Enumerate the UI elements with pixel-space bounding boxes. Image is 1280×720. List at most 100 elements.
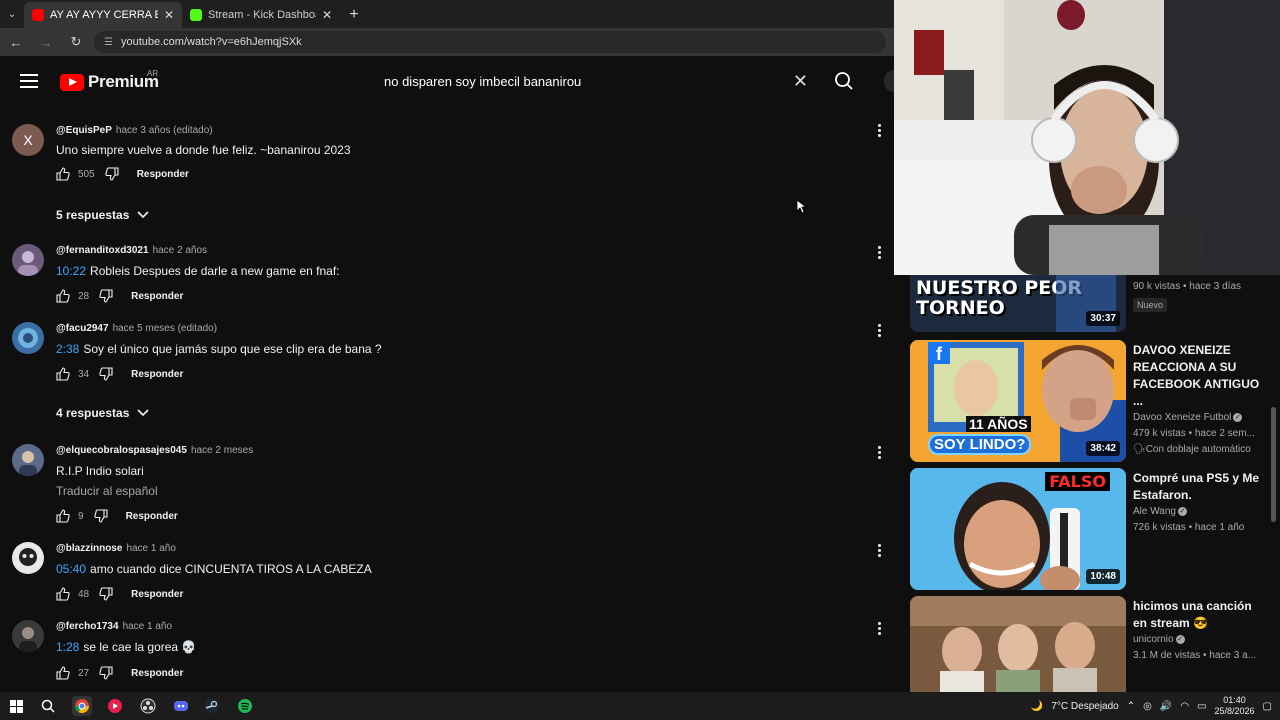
dislike-icon[interactable]	[99, 367, 113, 381]
like-icon[interactable]	[56, 289, 70, 303]
view-replies-button[interactable]: 4 respuestas	[56, 406, 149, 420]
reply-button[interactable]: Responder	[126, 511, 178, 522]
channel-name[interactable]: Davoo Xeneize Futbol	[1133, 412, 1231, 423]
video-thumbnail[interactable]	[910, 596, 1126, 692]
address-bar[interactable]: ☰ youtube.com/watch?v=e6hJemqjSXk	[94, 31, 886, 53]
verified-icon: ✓	[1233, 412, 1243, 422]
discord-icon[interactable]	[171, 696, 191, 716]
close-icon[interactable]: ✕	[322, 8, 332, 22]
video-thumbnail[interactable]: NUESTRO PEOR TORNEO 30:37	[910, 275, 1126, 332]
comment-actions: 9 Responder	[56, 509, 178, 523]
reply-button[interactable]: Responder	[131, 589, 183, 600]
avatar[interactable]	[12, 620, 44, 652]
dislike-icon[interactable]	[93, 509, 108, 523]
site-info-icon[interactable]: ☰	[104, 37, 113, 48]
chrome-icon[interactable]	[72, 696, 92, 716]
video-title[interactable]: Compré una PS5 y Me Estafaron.	[1133, 470, 1263, 504]
like-icon[interactable]	[56, 509, 70, 523]
reply-button[interactable]: Responder	[137, 169, 189, 180]
dislike-icon[interactable]	[104, 167, 119, 181]
new-tab-icon[interactable]: +	[340, 2, 368, 28]
more-options-icon[interactable]	[876, 324, 882, 337]
dislike-icon[interactable]	[99, 666, 113, 680]
channel-name[interactable]: unicornio	[1133, 634, 1174, 645]
search-input[interactable]: no disparen soy imbecil bananirou ✕	[370, 64, 824, 98]
reply-button[interactable]: Responder	[131, 291, 183, 302]
display-icon[interactable]: ▭	[1197, 701, 1206, 712]
comment-author[interactable]: @EquisPeP	[56, 125, 112, 136]
timestamp-link[interactable]: 10:22	[56, 264, 86, 278]
video-title[interactable]: DAVOO XENEIZE REACCIONA A SU FACEBOOK AN…	[1133, 342, 1263, 410]
comment-actions: 34 Responder	[56, 367, 183, 381]
chevron-down-icon	[137, 409, 149, 417]
clock-time: 01:40	[1223, 695, 1246, 705]
translate-link[interactable]: Traducir al español	[56, 484, 158, 498]
dislike-icon[interactable]	[99, 587, 113, 601]
obs-icon[interactable]	[138, 696, 158, 716]
more-options-icon[interactable]	[876, 124, 882, 137]
search-button[interactable]	[826, 64, 862, 98]
more-options-icon[interactable]	[876, 622, 882, 635]
like-icon[interactable]	[56, 587, 70, 601]
menu-icon[interactable]	[20, 74, 38, 88]
clear-search-icon[interactable]: ✕	[793, 71, 808, 92]
search-icon[interactable]	[38, 696, 58, 716]
reply-button[interactable]: Responder	[131, 369, 183, 380]
clock[interactable]: 01:40 25/8/2026	[1215, 695, 1255, 717]
forward-icon[interactable]: →	[38, 35, 54, 50]
comment-header: @facu2947 hace 5 meses (editado)	[56, 323, 217, 334]
volume-icon[interactable]: 🔊	[1160, 701, 1172, 712]
comment-author[interactable]: @elquecobralospasajes045	[56, 445, 187, 456]
comment-header: @elquecobralospasajes045 hace 2 meses	[56, 445, 253, 456]
timestamp-link[interactable]: 05:40	[56, 562, 86, 576]
comment-author[interactable]: @facu2947	[56, 323, 109, 334]
comment-author[interactable]: @blazzinnose	[56, 543, 122, 554]
video-thumbnail[interactable]: FALSO 10:48	[910, 468, 1126, 590]
steam-icon[interactable]	[202, 696, 222, 716]
tab-search-icon[interactable]: ⌄	[0, 0, 24, 28]
comment-author[interactable]: @fernanditoxd3021	[56, 245, 149, 256]
comment-body: Soy el único que jamás supo que ese clip…	[83, 342, 382, 356]
video-title[interactable]: hicimos una canción en stream 😎	[1133, 598, 1263, 632]
timestamp-link[interactable]: 2:38	[56, 342, 79, 356]
reply-button[interactable]: Responder	[131, 668, 183, 679]
spotify-icon[interactable]	[235, 696, 255, 716]
chevron-up-icon[interactable]: ⌃	[1127, 701, 1135, 712]
back-icon[interactable]: ←	[8, 35, 24, 50]
channel-name[interactable]: Ale Wang	[1133, 506, 1176, 517]
dislike-icon[interactable]	[99, 289, 113, 303]
more-options-icon[interactable]	[876, 446, 882, 459]
timestamp-link[interactable]: 1:28	[56, 640, 79, 654]
tab-kick[interactable]: Stream - Kick Dashboard ✕	[182, 2, 340, 28]
like-icon[interactable]	[56, 367, 70, 381]
close-icon[interactable]: ✕	[164, 8, 174, 22]
weather-text[interactable]: 7°C Despejado	[1051, 701, 1118, 712]
avatar[interactable]	[12, 244, 44, 276]
weather-icon[interactable]: 🌙	[1031, 701, 1043, 712]
more-options-icon[interactable]	[876, 544, 882, 557]
video-thumbnail[interactable]: f 11 AÑOS SOY LINDO? 38:42	[910, 340, 1126, 462]
like-icon[interactable]	[56, 167, 70, 181]
wifi-icon[interactable]: ◠	[1180, 701, 1189, 712]
mouse-cursor-icon	[796, 199, 806, 214]
avatar[interactable]	[12, 444, 44, 476]
sidebar-scrollbar[interactable]	[1271, 407, 1276, 522]
media-player-icon[interactable]	[105, 696, 125, 716]
webcam-overlay	[894, 0, 1280, 275]
view-replies-button[interactable]: 5 respuestas	[56, 208, 149, 222]
more-options-icon[interactable]	[876, 246, 882, 259]
notifications-icon[interactable]: ▢	[1263, 701, 1272, 712]
reload-icon[interactable]: ↻	[68, 34, 84, 50]
tab-youtube[interactable]: AY AY AYYY CERRA EL C ✕	[24, 2, 182, 28]
windows-start-icon[interactable]	[6, 696, 26, 716]
auto-dub-text: Con doblaje automático	[1145, 444, 1251, 455]
avatar[interactable]	[12, 542, 44, 574]
avatar[interactable]	[12, 322, 44, 354]
voice-search-button[interactable]	[884, 70, 894, 92]
like-icon[interactable]	[56, 666, 70, 680]
avatar[interactable]: X	[12, 124, 44, 156]
youtube-premium-logo[interactable]: Premium	[60, 72, 159, 92]
comment-author[interactable]: @fercho1734	[56, 621, 119, 632]
network-icon[interactable]: ◎	[1143, 701, 1152, 712]
comment-body: Robleis Despues de darle a new game en f…	[90, 264, 340, 278]
